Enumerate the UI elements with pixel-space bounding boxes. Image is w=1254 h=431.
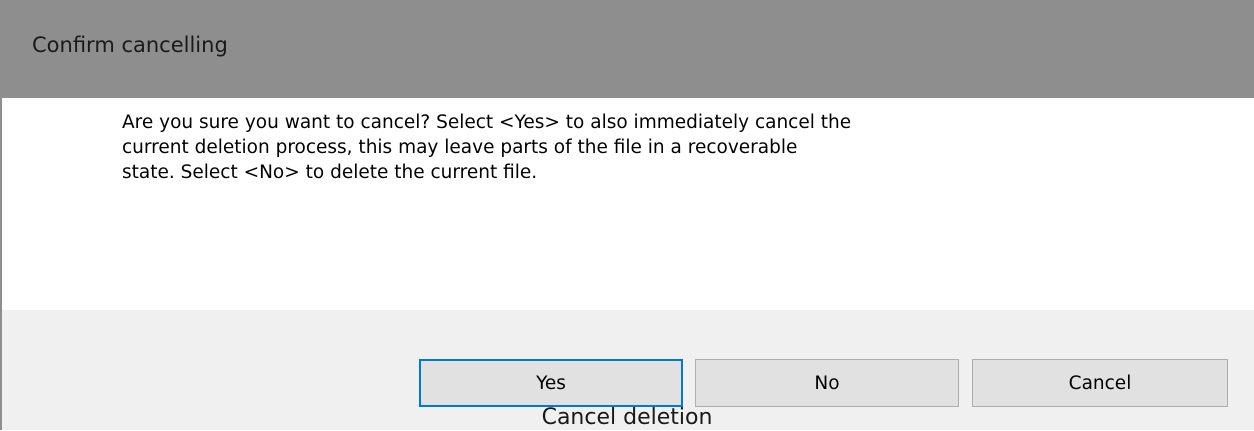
dialog-titlebar[interactable]: Confirm cancelling: [0, 0, 1254, 98]
dialog-message: Are you sure you want to cancel? Select …: [122, 110, 962, 185]
message-line: current deletion process, this may leave…: [122, 137, 798, 158]
message-line: Are you sure you want to cancel? Select …: [122, 112, 852, 133]
message-line: state. Select <No> to delete the current…: [122, 162, 538, 183]
image-caption: Cancel deletion: [541, 405, 713, 430]
yes-button[interactable]: Yes: [419, 359, 683, 407]
no-button[interactable]: No: [695, 359, 959, 407]
cancel-button[interactable]: Cancel: [972, 359, 1228, 407]
confirm-cancel-dialog: Confirm cancelling Are you sure you want…: [0, 0, 1254, 430]
dialog-title: Confirm cancelling: [32, 33, 228, 57]
